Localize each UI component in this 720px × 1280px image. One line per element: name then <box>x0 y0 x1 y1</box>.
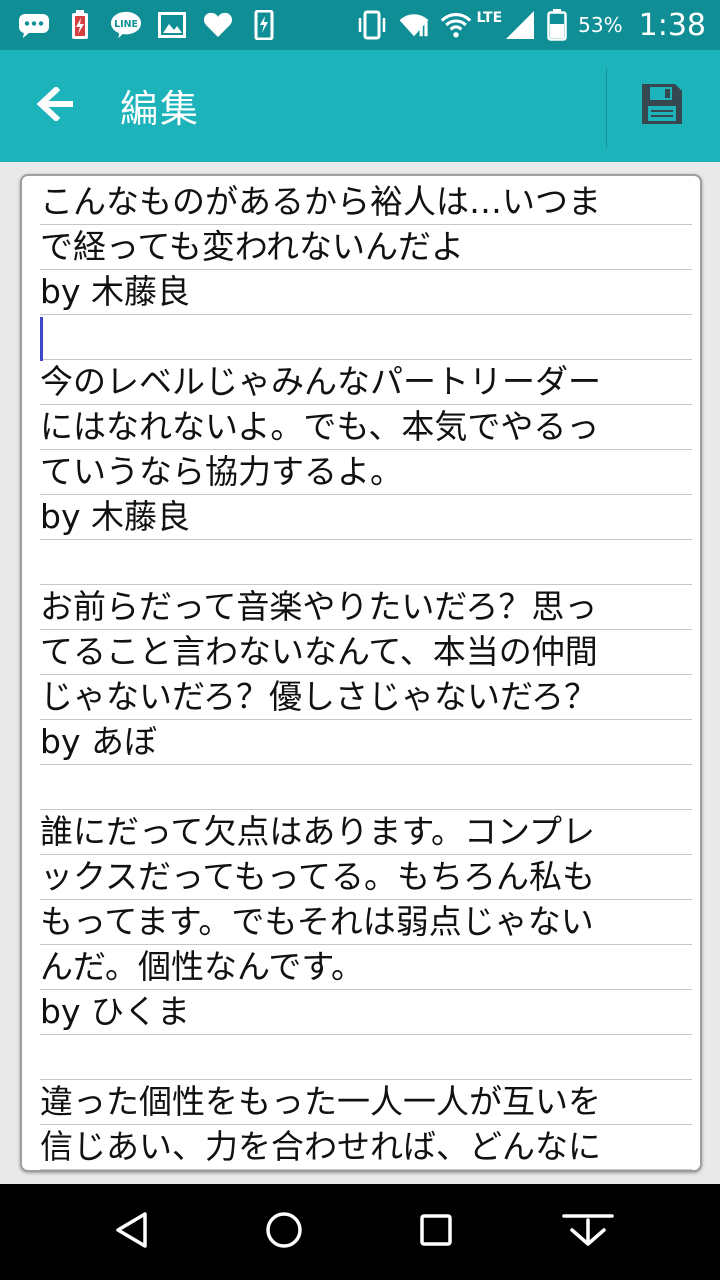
editor-line[interactable]: もってます。でもそれは弱点じゃない <box>40 900 692 945</box>
editor-line[interactable] <box>40 765 692 810</box>
hide-keyboard-icon <box>560 1210 616 1254</box>
battery-alert-icon <box>64 9 96 41</box>
wifi-icon <box>440 9 472 41</box>
nav-back-button[interactable] <box>102 1202 162 1262</box>
line-app-icon: LINE <box>110 9 142 41</box>
editor-line[interactable]: てること言わないなんて、本当の仲間 <box>40 630 692 675</box>
back-button[interactable] <box>26 76 86 136</box>
editor-line[interactable]: 信じあい、力を合わせれば、どんなに <box>40 1125 692 1170</box>
nav-recents-button[interactable] <box>406 1202 466 1262</box>
wifi-icon <box>398 9 430 41</box>
editor-line[interactable]: by あぼ <box>40 720 692 765</box>
editor-line[interactable]: by 木藤良 <box>40 270 692 315</box>
network-type: LTE <box>476 10 503 26</box>
nav-home-button[interactable] <box>254 1202 314 1262</box>
svg-text:LINE: LINE <box>114 19 138 30</box>
editor-line[interactable] <box>40 315 692 360</box>
home-circle-icon <box>264 1210 304 1254</box>
save-icon <box>639 81 685 131</box>
editor-line[interactable] <box>40 540 692 585</box>
editor-line[interactable]: んだ。個性なんです。 <box>40 945 692 990</box>
editor-line[interactable]: で経っても変われないんだよ <box>40 225 692 270</box>
editor-line[interactable]: ックスだってもってる。もちろん私も <box>40 855 692 900</box>
phone-charge-icon <box>248 9 280 41</box>
save-button[interactable] <box>632 76 692 136</box>
image-icon <box>156 9 188 41</box>
battery-percent: 53% <box>578 13 623 37</box>
nav-hide-keyboard-button[interactable] <box>558 1202 618 1262</box>
editor-line[interactable]: じゃないだろ？優しさじゃないだろ？ <box>40 675 692 720</box>
editor-line[interactable]: by 木藤良 <box>40 495 692 540</box>
editor-line[interactable] <box>40 1035 692 1080</box>
navigation-bar <box>0 1184 720 1280</box>
editor-line[interactable]: お前らだって音楽やりたいだろ？思っ <box>40 585 692 630</box>
editor-line[interactable]: by ひくま <box>40 990 692 1035</box>
page-title: 編集 <box>120 87 201 131</box>
heart-icon <box>202 9 234 41</box>
editor-line[interactable]: にはなれないよ。でも、本気でやるっ <box>40 405 692 450</box>
battery-icon <box>546 9 568 41</box>
editor-line[interactable]: ていうなら協力するよ。 <box>40 450 692 495</box>
app-bar: 編集 <box>0 50 720 162</box>
vibrate-icon <box>356 9 388 41</box>
arrow-left-icon <box>36 85 76 125</box>
clock: 1:38 <box>638 7 706 43</box>
status-bar: LINE LTE 53% 1:38 <box>0 0 720 50</box>
text-editor[interactable]: こんなものがあるから裕人は…いつま で経っても変われないんだよ by 木藤良 今… <box>20 174 702 1172</box>
back-triangle-icon <box>112 1210 152 1254</box>
editor-line[interactable]: こんなものがあるから裕人は…いつま <box>40 180 692 225</box>
signal-icon <box>504 9 536 41</box>
editor-line[interactable]: 誰にだって欠点はあります。コンプレ <box>40 810 692 855</box>
editor-line[interactable]: 今のレベルじゃみんなパートリーダー <box>40 360 692 405</box>
divider <box>606 68 607 148</box>
chat-bubble-icon <box>18 9 50 41</box>
recents-square-icon <box>416 1210 456 1254</box>
editor-line[interactable]: 違った個性をもった一人一人が互いを <box>40 1080 692 1125</box>
text-cursor <box>40 317 43 361</box>
